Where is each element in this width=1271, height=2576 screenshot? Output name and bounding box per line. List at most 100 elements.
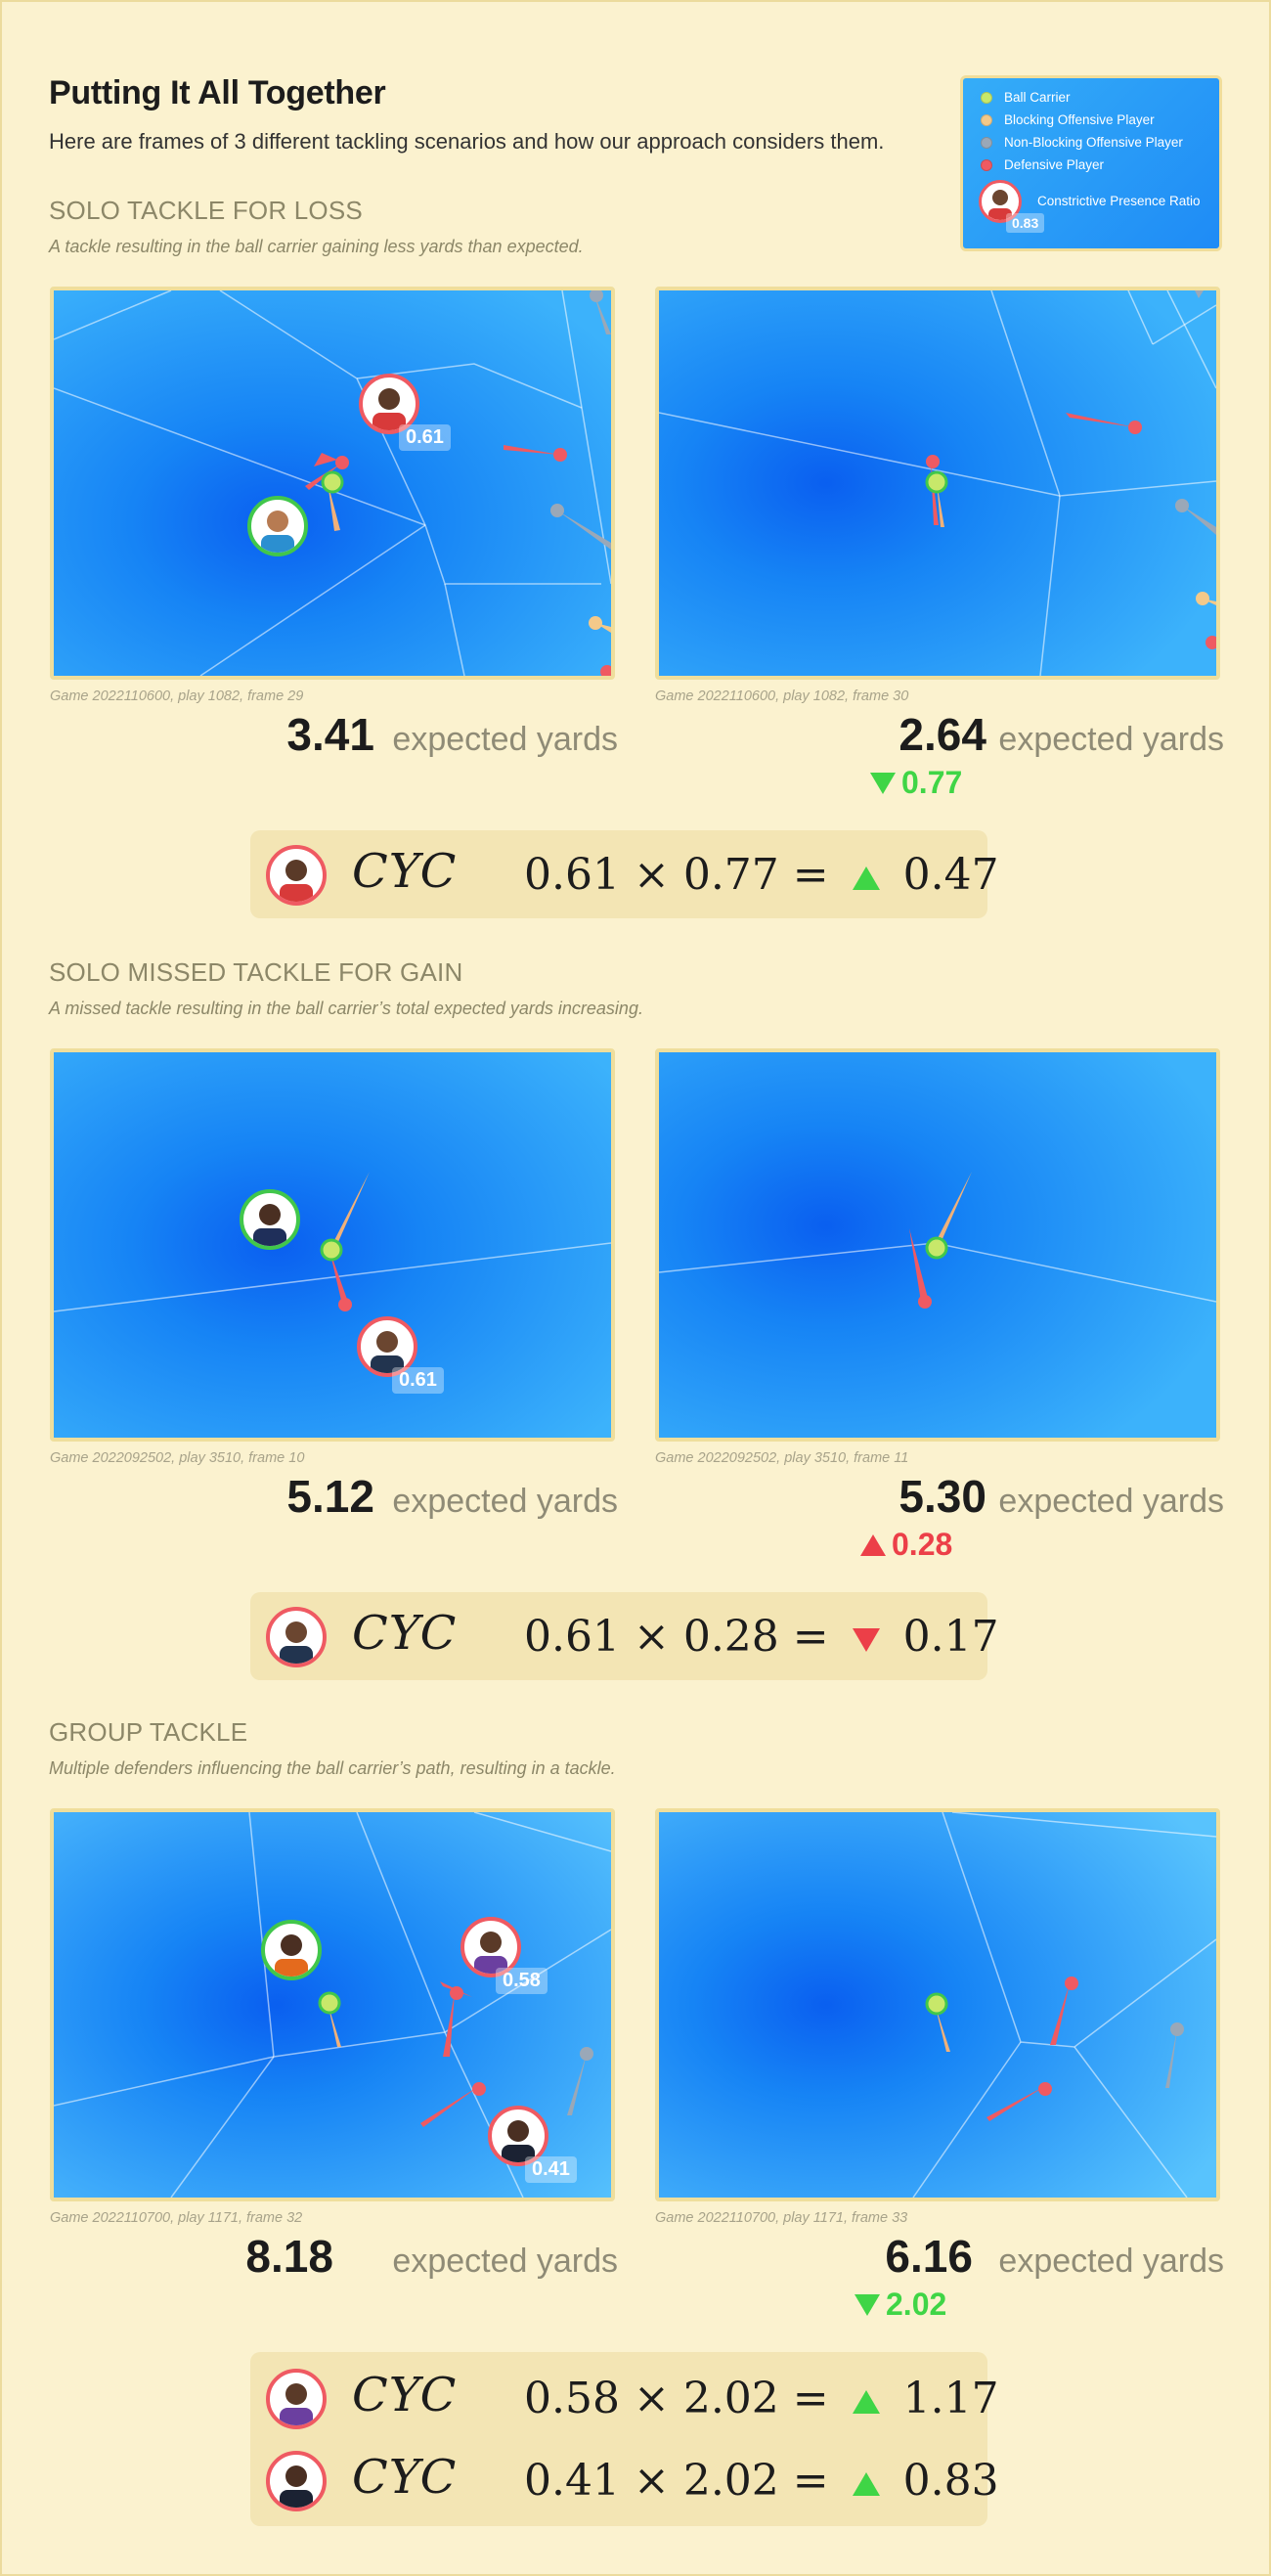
field-frame-left: 0.61 — [50, 1048, 615, 1442]
defensive-player-dot-icon — [981, 158, 992, 171]
up-triangle-icon — [852, 2389, 880, 2414]
cyc-expression: 0.61 × 0.28 = 0.17 — [524, 1612, 999, 1662]
yards-unit: expected yards — [392, 721, 618, 758]
field-frame-left: 0.61 — [50, 287, 615, 680]
cpr-badge: 0.58 — [496, 1968, 548, 1994]
legend-item-defensive: Defensive Player — [981, 157, 1104, 172]
yards-value: 6.16 — [885, 2231, 973, 2282]
section-title: SOLO TACKLE FOR LOSS — [49, 196, 363, 225]
legend-item-non-blocking: Non-Blocking Offensive Player — [981, 135, 1183, 150]
down-triangle-icon — [870, 772, 896, 794]
cyc-formula-row: CYC 0.61 × 0.77 = 0.47 — [250, 832, 999, 914]
cpr-badge: 0.61 — [399, 424, 451, 451]
cyc-formula-row: CYC 0.61 × 0.28 = 0.17 — [250, 1594, 999, 1676]
page-title: Putting It All Together — [49, 74, 386, 111]
legend-label: Blocking Offensive Player — [1004, 112, 1155, 127]
field-frame-left: 0.58 0.41 — [50, 1808, 615, 2201]
ball-carrier-dot-icon — [981, 91, 992, 104]
cyc-symbol: CYC — [352, 2368, 458, 2422]
expected-yards-left: 3.41 expected yards — [266, 708, 618, 761]
times-symbol: × — [633, 2456, 683, 2506]
non-blocking-player-dot-icon — [981, 136, 992, 149]
legend-item-ball-carrier: Ball Carrier — [981, 90, 1071, 105]
ratio-label: Constrictive Presence Ratio — [1037, 194, 1201, 208]
section-title: GROUP TACKLE — [49, 1717, 248, 1747]
factor-b: 2.02 — [682, 2374, 779, 2423]
ball-carrier-avatar-icon — [247, 496, 308, 556]
yards-value: 8.18 — [245, 2231, 333, 2282]
legend-label: Ball Carrier — [1004, 90, 1071, 105]
section-description: A missed tackle resulting in the ball ca… — [49, 999, 643, 1018]
cyc-result: 1.17 — [902, 2374, 999, 2423]
cyc-expression: 0.41 × 2.02 = 0.83 — [524, 2456, 999, 2506]
times-symbol: × — [633, 1612, 683, 1662]
factor-b: 0.77 — [682, 850, 779, 900]
equals-symbol: = — [792, 850, 843, 900]
frame-caption: Game 2022110600, play 1082, frame 30 — [655, 688, 909, 704]
frame-caption: Game 2022092502, play 3510, frame 11 — [655, 1450, 909, 1466]
cpr-badge: 0.61 — [392, 1367, 444, 1394]
up-triangle-icon — [860, 1533, 886, 1556]
cyc-formula-row: CYC 0.41 × 2.02 = 0.83 — [250, 2438, 999, 2520]
yards-unit: expected yards — [998, 2243, 1224, 2280]
ball-carrier-avatar-icon — [261, 1920, 322, 1980]
expected-yards-left: 8.18 expected yards — [197, 2230, 618, 2283]
frame-caption: Game 2022110600, play 1082, frame 29 — [50, 688, 304, 704]
page-subtitle: Here are frames of 3 different tackling … — [49, 129, 885, 154]
frame-caption: Game 2022092502, play 3510, frame 10 — [50, 1450, 305, 1466]
yards-delta: 2.02 — [855, 2287, 946, 2323]
delta-value: 0.28 — [892, 1527, 953, 1562]
factor-b: 0.28 — [682, 1612, 779, 1662]
factor-a: 0.41 — [524, 2456, 620, 2506]
expected-yards-right: 5.30 expected yards — [843, 1470, 1224, 1523]
equals-symbol: = — [792, 2374, 843, 2423]
cyc-result: 0.83 — [902, 2456, 999, 2506]
defender-avatar-icon — [266, 845, 327, 906]
defender-avatar-icon — [266, 1607, 327, 1667]
yards-unit: expected yards — [998, 1483, 1224, 1520]
field-frame-right — [655, 1048, 1220, 1442]
yards-value: 2.64 — [898, 709, 986, 760]
field-frame-right — [655, 1808, 1220, 2201]
cyc-result: 0.17 — [902, 1612, 999, 1662]
field-frame-right — [655, 287, 1220, 680]
up-triangle-icon — [852, 866, 880, 890]
times-symbol: × — [633, 850, 683, 900]
section-description: Multiple defenders influencing the ball … — [49, 1758, 616, 1778]
yards-unit: expected yards — [392, 1483, 618, 1520]
yards-unit: expected yards — [998, 721, 1224, 758]
expected-yards-right: 2.64 expected yards — [843, 708, 1224, 761]
ball-carrier-avatar-icon — [240, 1189, 300, 1250]
yards-value: 5.12 — [286, 1471, 374, 1522]
yards-delta: 0.28 — [860, 1527, 952, 1563]
factor-a: 0.61 — [524, 1612, 620, 1662]
section-title: SOLO MISSED TACKLE FOR GAIN — [49, 957, 463, 987]
section-description: A tackle resulting in the ball carrier g… — [49, 237, 584, 256]
delta-value: 2.02 — [886, 2287, 947, 2322]
defender-avatar-icon — [266, 2451, 327, 2511]
cyc-formula-box: CYC 0.61 × 0.77 = 0.47 — [250, 830, 999, 918]
factor-a: 0.58 — [524, 2374, 620, 2423]
down-triangle-icon — [855, 2293, 880, 2316]
yards-delta: 0.77 — [870, 765, 962, 801]
cyc-symbol: CYC — [352, 1606, 458, 1661]
cpr-badge: 0.41 — [525, 2156, 577, 2183]
frame-caption: Game 2022110700, play 1171, frame 32 — [50, 2210, 303, 2226]
ratio-badge: 0.83 — [1006, 213, 1045, 233]
delta-value: 0.77 — [901, 765, 963, 800]
cyc-formula-box: CYC 0.58 × 2.02 = 1.17 CYC 0.41 × 2.02 =… — [250, 2352, 999, 2526]
times-symbol: × — [633, 2374, 683, 2423]
cyc-symbol: CYC — [352, 844, 458, 899]
down-triangle-icon — [852, 1627, 880, 1652]
frame-caption: Game 2022110700, play 1171, frame 33 — [655, 2210, 908, 2226]
legend-item-blocking: Blocking Offensive Player — [981, 112, 1155, 127]
cyc-symbol: CYC — [352, 2450, 458, 2505]
factor-b: 2.02 — [682, 2456, 779, 2506]
defender-avatar-icon — [266, 2369, 327, 2429]
cyc-formula-row: CYC 0.58 × 2.02 = 1.17 — [250, 2356, 999, 2438]
legend-label: Defensive Player — [1004, 157, 1105, 172]
yards-unit: expected yards — [392, 2243, 618, 2280]
blocking-player-dot-icon — [981, 113, 992, 126]
yards-value: 5.30 — [898, 1471, 986, 1522]
cyc-formula-box: CYC 0.61 × 0.28 = 0.17 — [250, 1592, 999, 1680]
